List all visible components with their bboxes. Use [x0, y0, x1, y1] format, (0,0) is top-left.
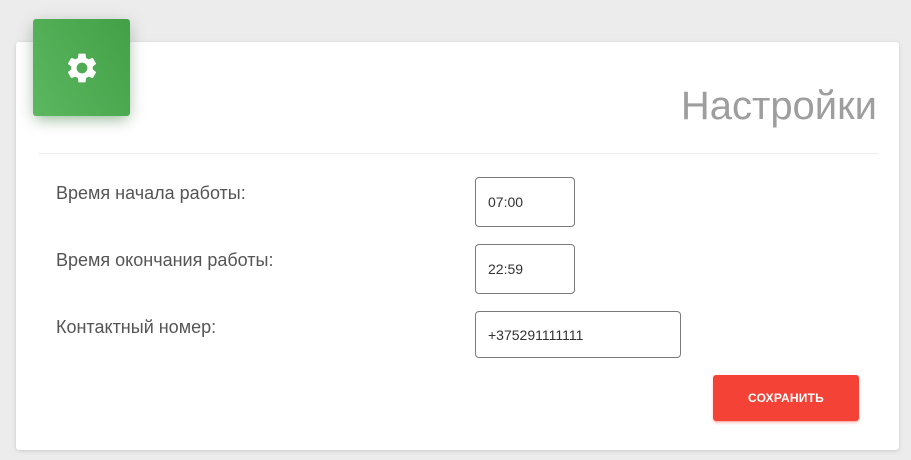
header-divider [39, 153, 878, 154]
end-time-label: Время окончания работы: [56, 250, 274, 270]
card-header-icon-box [33, 19, 130, 116]
end-time-input[interactable] [475, 244, 575, 294]
start-time-label: Время начала работы: [56, 183, 246, 203]
gear-icon [64, 50, 100, 86]
page-title: Настройки [680, 84, 877, 128]
start-time-input[interactable] [475, 177, 575, 227]
save-button[interactable]: СОХРАНИТЬ [713, 375, 859, 421]
contact-number-label: Контактный номер: [56, 317, 217, 337]
contact-number-input[interactable] [475, 311, 681, 358]
